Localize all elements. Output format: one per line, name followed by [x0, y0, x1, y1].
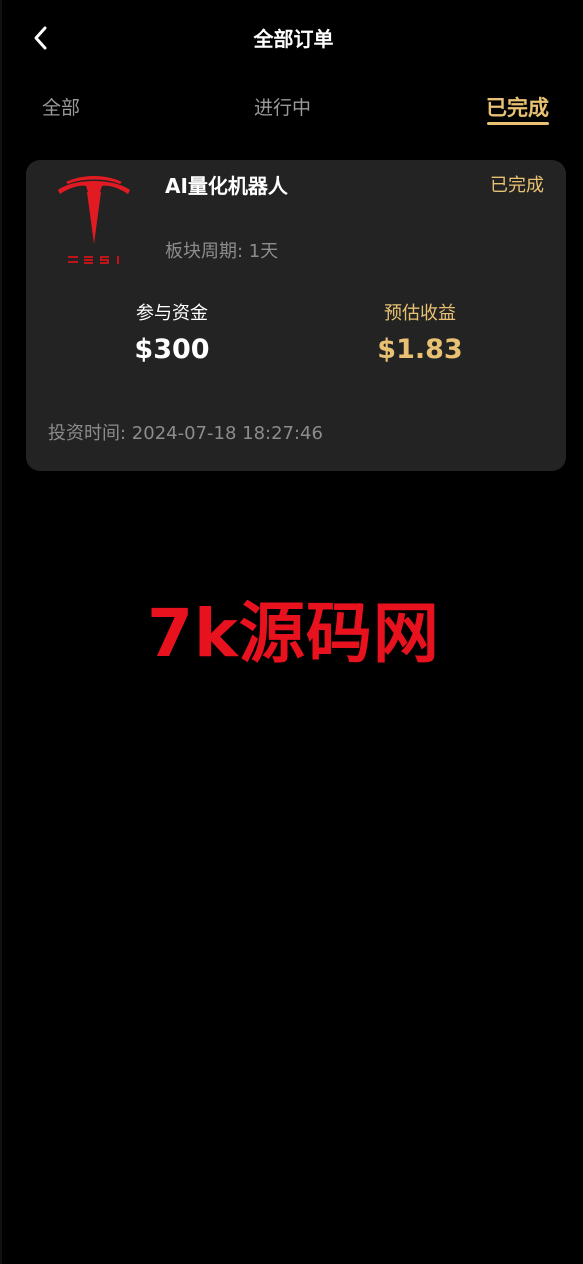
order-list-screen: 全部订单 全部 进行中 已完成 AI量化机器人 已完成 板块周期: 1天 参与资…: [0, 0, 583, 1264]
header: 全部订单: [2, 0, 583, 78]
active-tab-underline: [487, 122, 549, 125]
tab-all[interactable]: 全部: [42, 94, 80, 122]
capital-value: $300: [134, 334, 210, 365]
profit-stat: 预估收益 $1.83: [310, 300, 530, 368]
watermark-text: 7k源码网: [147, 595, 440, 672]
tab-completed[interactable]: 已完成: [486, 94, 549, 122]
tesla-logo: [56, 170, 132, 270]
profit-value: $1.83: [377, 334, 463, 365]
cycle-period: 板块周期: 1天: [165, 241, 279, 262]
page-title: 全部订单: [253, 27, 334, 51]
tab-in-progress[interactable]: 进行中: [254, 94, 311, 122]
product-name: AI量化机器人: [165, 174, 288, 198]
status-badge: 已完成: [490, 175, 544, 196]
order-card[interactable]: AI量化机器人 已完成 板块周期: 1天 参与资金 $300 预估收益 $1.8…: [26, 160, 566, 471]
capital-label: 参与资金: [136, 303, 208, 324]
investment-time: 投资时间: 2024-07-18 18:27:46: [48, 423, 323, 444]
order-tabs: 全部 进行中 已完成: [2, 88, 583, 128]
profit-label: 预估收益: [384, 303, 456, 324]
capital-stat: 参与资金 $300: [62, 300, 282, 368]
